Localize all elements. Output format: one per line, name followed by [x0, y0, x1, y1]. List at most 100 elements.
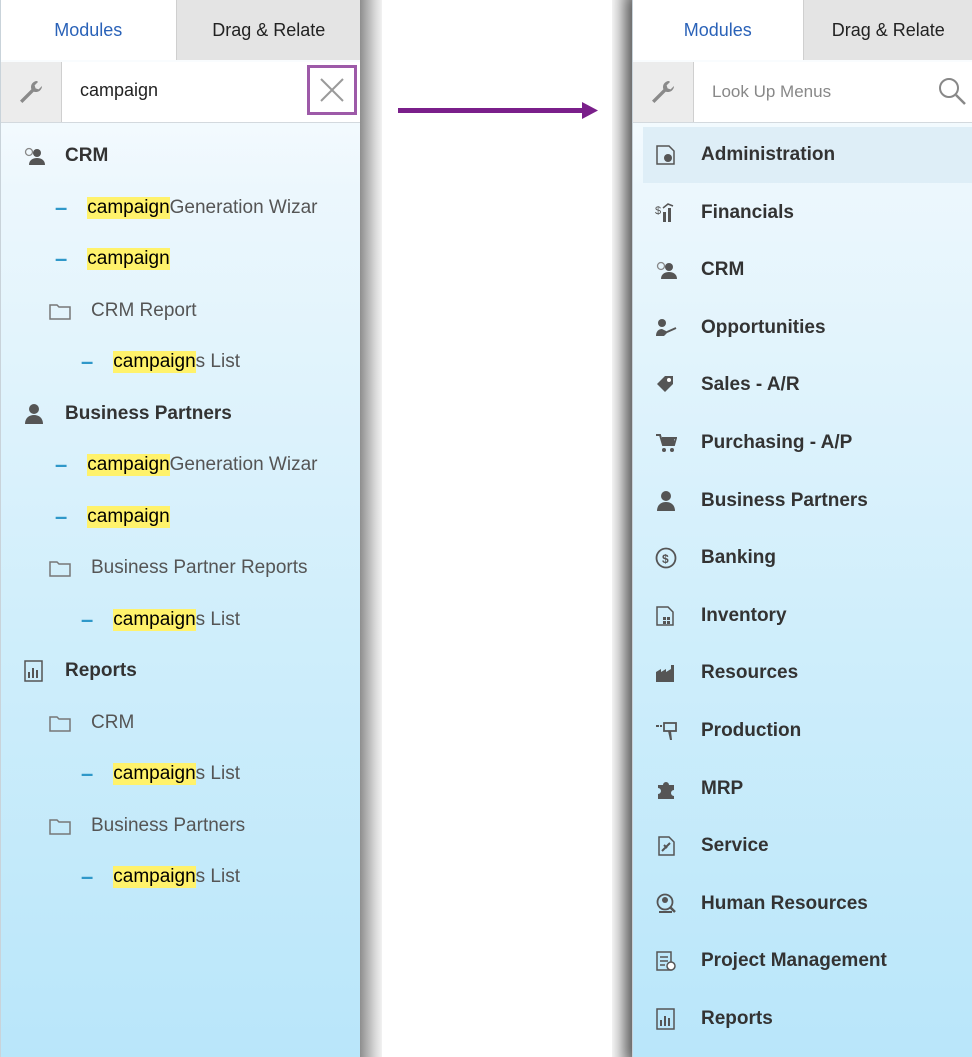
module-label: MRP	[701, 777, 744, 799]
module-label: CRM	[65, 145, 109, 166]
left-tab-bar: Modules Drag & Relate	[1, 0, 361, 60]
module-item-financials[interactable]: $ Financials	[643, 185, 972, 241]
module-label: Opportunities	[701, 316, 826, 338]
search-placeholder: Look Up Menus	[712, 82, 832, 101]
match-highlight: campaign	[87, 454, 170, 476]
item-label-rest: s List	[195, 866, 240, 887]
dash-icon: –	[81, 349, 94, 374]
result-item[interactable]: – campaign s List	[1, 592, 361, 648]
tab-modules-right[interactable]: Modules	[633, 0, 803, 60]
module-item-inventory[interactable]: Inventory	[643, 588, 972, 644]
module-item-production[interactable]: Production	[643, 703, 972, 759]
panel-shadow	[360, 0, 382, 1057]
look-up-menus-input[interactable]: Look Up Menus	[694, 62, 972, 122]
dash-icon: –	[81, 761, 94, 786]
business-partner-icon	[23, 403, 45, 425]
match-highlight: campaign	[113, 763, 196, 785]
right-menu-panel: Modules Drag & Relate Look Up Menus Admi…	[632, 0, 972, 1057]
crm-people-icon	[23, 145, 45, 167]
result-folder[interactable]: CRM	[1, 695, 361, 751]
result-item[interactable]: – campaign s List	[1, 849, 361, 905]
item-label-rest: s List	[195, 351, 240, 372]
clear-search-button[interactable]	[307, 65, 357, 115]
module-item-sales-a-r[interactable]: Sales - A/R	[643, 357, 972, 413]
module-item-human-resources[interactable]: Human Resources	[643, 876, 972, 932]
service-icon	[655, 835, 677, 857]
module-item-crm[interactable]: CRM	[643, 242, 972, 298]
module-item-mrp[interactable]: MRP	[643, 761, 972, 817]
item-label-rest: Generation Wizar	[169, 454, 318, 475]
business-partner-icon	[655, 490, 677, 512]
module-label: Human Resources	[701, 892, 868, 914]
module-label: CRM	[701, 259, 745, 281]
close-icon	[320, 78, 344, 102]
mrp-puzzle-icon	[655, 778, 677, 800]
module-label: Project Management	[701, 950, 887, 972]
reports-icon	[23, 660, 45, 682]
item-label-rest: s List	[195, 763, 240, 784]
wrench-icon[interactable]	[633, 62, 694, 122]
module-label: Service	[701, 835, 769, 857]
result-item[interactable]: – campaign	[1, 231, 361, 287]
module-item-service[interactable]: Service	[643, 818, 972, 874]
resources-icon	[655, 662, 677, 684]
module-label: Banking	[701, 547, 776, 569]
cart-icon	[655, 432, 677, 454]
result-module-reports[interactable]: Reports	[1, 643, 361, 699]
folder-icon	[49, 815, 71, 837]
result-module-crm[interactable]: CRM	[1, 128, 361, 184]
match-highlight: campaign	[113, 608, 196, 631]
module-label: Purchasing - A/P	[701, 432, 853, 453]
folder-icon	[49, 557, 71, 579]
financials-icon: $	[655, 202, 677, 224]
result-item[interactable]: – campaign	[1, 489, 361, 545]
left-search-row: campaign	[1, 62, 361, 123]
module-item-resources[interactable]: Resources	[643, 645, 972, 701]
project-management-icon	[655, 950, 677, 972]
module-item-administration[interactable]: Administration	[643, 127, 972, 183]
match-highlight: campaign	[113, 351, 196, 373]
crm-people-icon	[655, 259, 677, 281]
module-item-project-management[interactable]: Project Management	[643, 933, 972, 989]
module-label: Inventory	[701, 604, 787, 626]
match-highlight: campaign	[87, 196, 170, 219]
match-highlight: campaign	[87, 248, 170, 270]
dash-icon: –	[81, 606, 94, 632]
result-item[interactable]: – campaign s List	[1, 746, 361, 802]
search-value: campaign	[80, 80, 159, 100]
module-item-purchasing-a-p[interactable]: Purchasing - A/P	[643, 415, 972, 471]
result-folder[interactable]: CRM Report	[1, 283, 361, 339]
dash-icon: –	[81, 864, 94, 889]
left-menu-panel: Modules Drag & Relate campaign CRM – campa…	[0, 0, 361, 1057]
module-item-opportunities[interactable]: Opportunities	[643, 300, 972, 356]
human-resources-icon	[655, 893, 677, 915]
dash-icon: –	[55, 246, 68, 271]
result-folder[interactable]: Business Partners	[1, 798, 361, 854]
tab-drag-relate-right[interactable]: Drag & Relate	[802, 0, 972, 60]
wrench-icon[interactable]	[1, 62, 62, 122]
arrow-right-icon	[398, 102, 598, 119]
result-item[interactable]: – campaign Generation Wizar	[1, 437, 361, 493]
item-label-rest: s List	[195, 608, 240, 630]
result-folder[interactable]: Business Partner Reports	[1, 540, 361, 596]
inventory-icon	[655, 605, 677, 627]
module-item-business-partners[interactable]: Business Partners	[643, 473, 972, 529]
module-label: Reports	[701, 1008, 773, 1029]
module-label: Administration	[701, 144, 836, 165]
search-icon[interactable]	[937, 76, 967, 106]
result-item[interactable]: – campaign Generation Wizar	[1, 180, 361, 236]
folder-icon	[49, 300, 71, 322]
dash-icon: –	[55, 194, 68, 220]
module-label: Sales - A/R	[701, 374, 800, 396]
result-module-business-partners[interactable]: Business Partners	[1, 386, 361, 442]
module-item-reports[interactable]: Reports	[643, 991, 972, 1047]
svg-text:$: $	[655, 205, 661, 217]
tab-drag-relate[interactable]: Drag & Relate	[175, 0, 361, 60]
tab-modules[interactable]: Modules	[1, 0, 176, 60]
menu-search-input[interactable]: campaign	[62, 62, 361, 122]
dash-icon: –	[55, 503, 68, 529]
svg-text:$: $	[662, 552, 669, 566]
result-item[interactable]: – campaign s List	[1, 334, 361, 390]
module-item-banking[interactable]: $ Banking	[643, 530, 972, 586]
right-search-row: Look Up Menus	[633, 62, 972, 123]
